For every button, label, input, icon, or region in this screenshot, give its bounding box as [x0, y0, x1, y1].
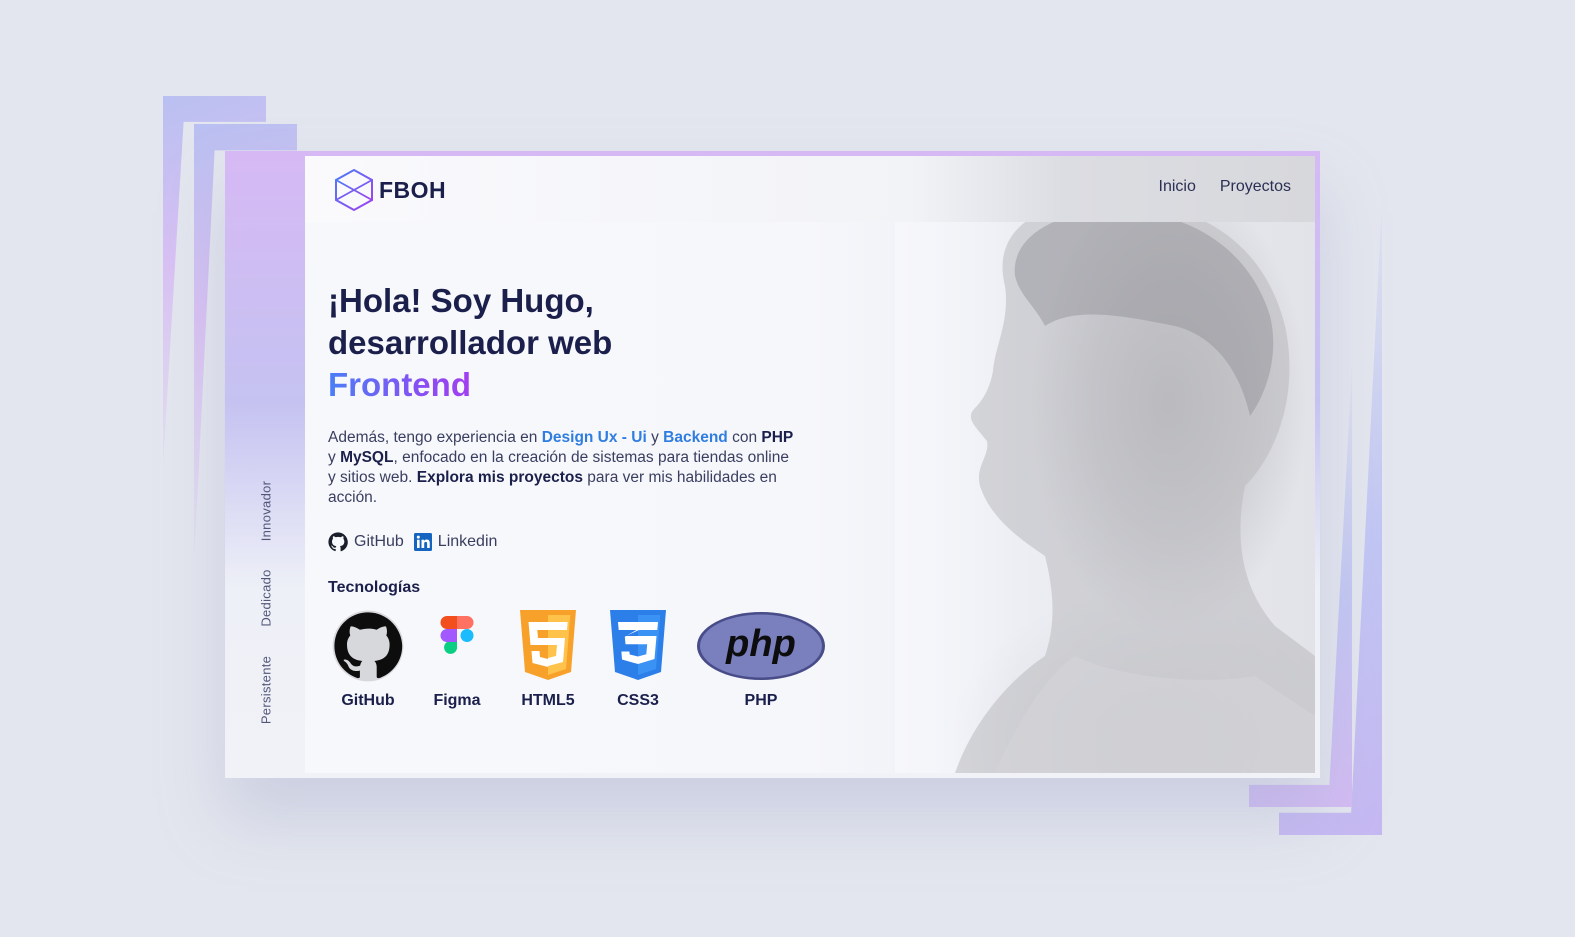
linkedin-icon [413, 533, 432, 551]
svg-text:php: php [725, 623, 796, 665]
desc-bold-mysql: MySQL [340, 449, 394, 466]
hero-line-1: ¡Hola! Soy Hugo, [328, 282, 594, 319]
hero-heading: ¡Hola! Soy Hugo, desarrollador web Front… [328, 280, 612, 406]
figma-logo-icon [440, 616, 474, 654]
nav-link-inicio[interactable]: Inicio [1159, 178, 1196, 196]
social-links: GitHub Linkedin [328, 532, 497, 552]
tech-label-github: GitHub [341, 692, 395, 709]
desc-bold-php: PHP [761, 429, 794, 446]
desc-bold-explora: Explora mis proyectos [416, 469, 583, 486]
github-link[interactable]: GitHub [328, 532, 404, 552]
top-navbar: FBOH Inicio Proyectos [305, 156, 1315, 222]
desc-text-3: con [727, 429, 762, 446]
tech-figma: Figma [425, 610, 489, 710]
tech-github: GitHub [332, 610, 404, 710]
side-word-innovador: Innovador [258, 480, 274, 542]
hero-description: Además, tengo experiencia en Design Ux -… [328, 428, 798, 508]
linkedin-link-label: Linkedin [437, 533, 498, 550]
desc-highlight-backend: Backend [663, 429, 728, 446]
hero-line-2: desarrollador web [328, 324, 613, 361]
side-word-dedicado: Dedicado [258, 569, 274, 627]
desc-highlight-design: Design Ux - Ui [541, 429, 647, 446]
tech-label-html5: HTML5 [521, 692, 575, 709]
php-logo-icon: php [697, 612, 825, 680]
hero-accent-frontend: Frontend [328, 366, 471, 403]
tech-label-css3: CSS3 [617, 692, 659, 709]
tech-label-figma: Figma [433, 692, 481, 709]
nav-link-proyectos[interactable]: Proyectos [1220, 178, 1291, 196]
brand-logo[interactable]: FBOH [333, 168, 446, 212]
css3-logo-icon [610, 610, 666, 680]
github-logo-icon [332, 610, 404, 682]
portrait-image [895, 156, 1315, 773]
github-link-label: GitHub [354, 533, 404, 550]
desc-text-2: y [646, 429, 664, 446]
tech-html5: HTML5 [515, 610, 581, 710]
cube-logo-icon [335, 168, 373, 212]
brand-name: FBOH [379, 176, 447, 203]
main-nav: Inicio Proyectos [1159, 178, 1292, 196]
tech-css3: CSS3 [605, 610, 671, 710]
desc-text-4: y [328, 449, 341, 466]
tech-label-php: PHP [744, 692, 778, 709]
github-icon [328, 532, 348, 552]
technologies-title: Tecnologías [328, 579, 421, 596]
main-panel: FBOH Inicio Proyectos ¡Hola! Soy Hugo, d… [305, 156, 1315, 773]
tech-php: php PHP [695, 610, 827, 710]
desc-text-1: Además, tengo experiencia en [328, 429, 542, 446]
side-word-persistente: Persistente [258, 655, 274, 725]
html5-logo-icon [520, 610, 576, 680]
linkedin-link[interactable]: Linkedin [413, 533, 498, 551]
